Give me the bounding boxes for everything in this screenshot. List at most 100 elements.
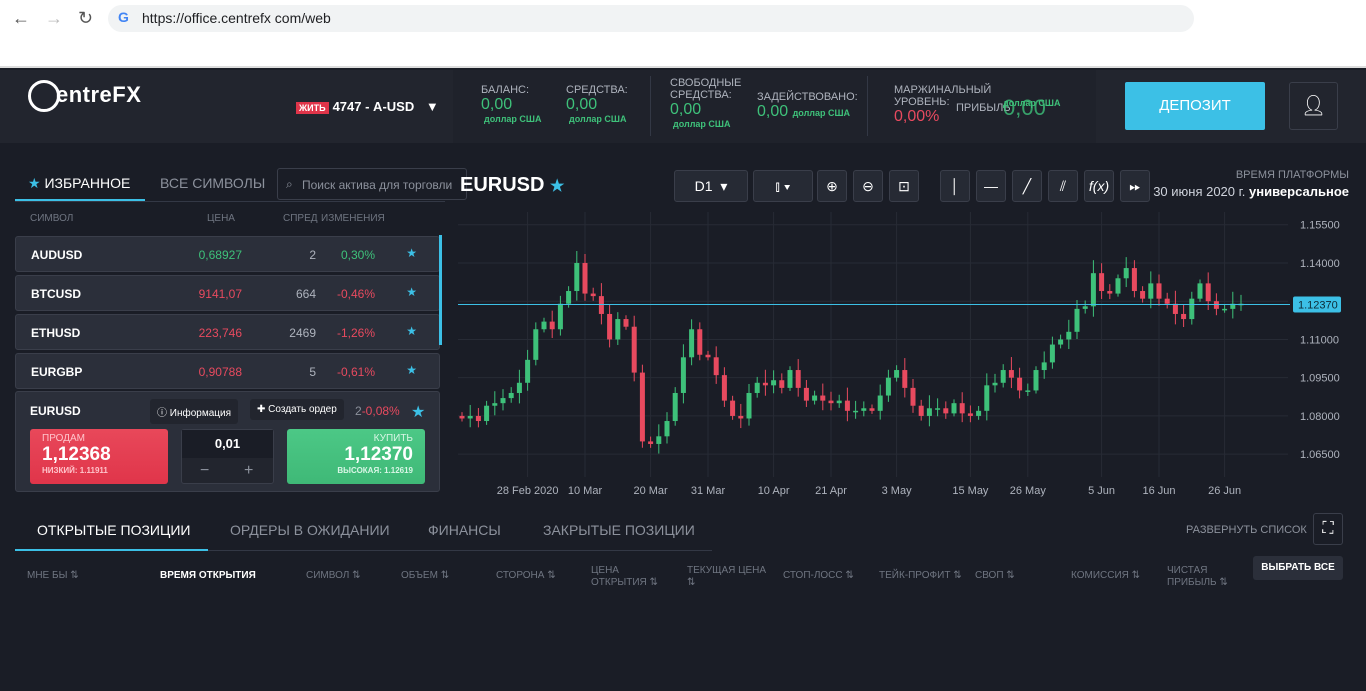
column-header[interactable]: ТЕЙК-ПРОФИТ ⇅ — [879, 570, 962, 582]
tab-closed-positions[interactable]: ЗАКРЫТЫЕ ПОЗИЦИИ — [543, 522, 695, 538]
column-header[interactable]: ЦЕНА ОТКРЫТИЯ ⇅ — [591, 565, 671, 589]
candle — [1000, 370, 1006, 383]
candle — [1090, 273, 1096, 307]
y-tick-label: 1.14000 — [1300, 258, 1340, 270]
column-header[interactable]: МНЕ БЫ ⇅ — [27, 570, 79, 582]
expand-list-label[interactable]: РАЗВЕРНУТЬ СПИСОК — [1186, 524, 1307, 536]
address-bar[interactable]: https://office.centrefx com/web — [108, 5, 1194, 32]
column-header[interactable]: КОМИССИЯ ⇅ — [1071, 570, 1140, 582]
candle — [730, 400, 736, 416]
candle — [492, 403, 498, 406]
candle — [959, 403, 965, 414]
symbol-price: 0,68927 — [198, 248, 242, 262]
chart-symbol-title: EURUSD ★ — [460, 174, 565, 196]
plus-button[interactable]: + — [244, 462, 253, 480]
column-header[interactable]: СВОП ⇅ — [975, 570, 1015, 582]
symbol-row[interactable]: AUDUSD 0,68927 2 0,30% ★ — [15, 236, 440, 272]
tab-all-symbols[interactable]: ВСЕ СИМВОЛЫ — [160, 175, 265, 191]
reload-icon[interactable]: ↻ — [78, 8, 93, 29]
tab-open-positions[interactable]: ОТКРЫТЫЕ ПОЗИЦИИ — [37, 522, 190, 538]
col-symbol: СИМВОЛ — [30, 213, 74, 224]
buy-button[interactable]: КУПИТЬ 1,12370 ВЫСОКАЯ: 1.12619 — [287, 429, 425, 484]
indicators-button[interactable]: f(x) — [1084, 170, 1114, 202]
column-header[interactable]: ОБЪЕМ ⇅ — [401, 570, 449, 582]
channel-tool[interactable]: ⫽ — [1048, 170, 1078, 202]
star-icon[interactable]: ★ — [550, 178, 564, 195]
logo[interactable]: entreFX — [28, 80, 141, 112]
candle — [803, 387, 809, 401]
vertical-line-tool[interactable]: │ — [940, 170, 970, 202]
candle — [705, 354, 711, 358]
symbol-change: 0,30% — [340, 248, 375, 262]
candle — [910, 387, 916, 406]
candle — [533, 329, 539, 360]
trend-line-tool[interactable]: ╱ — [1012, 170, 1042, 202]
chart-type-select[interactable]: ⫾ ▾ — [753, 170, 813, 202]
star-icon[interactable]: ★ — [406, 285, 417, 299]
symbol-price: 223,746 — [198, 326, 242, 340]
tab-pending-orders[interactable]: ОРДЕРЫ В ОЖИДАНИИ — [230, 522, 390, 538]
col-change: ИЗМЕНЕНИЯ — [321, 213, 385, 224]
candle — [1164, 298, 1170, 304]
scroll-to-latest-button[interactable]: ⏩︎ — [1120, 170, 1150, 202]
candle — [1107, 291, 1113, 294]
star-icon[interactable]: ★ — [411, 402, 425, 422]
create-order-button[interactable]: ✚ Создать ордер — [250, 399, 344, 420]
candle — [1058, 339, 1064, 345]
column-header[interactable]: ТЕКУЩАЯ ЦЕНА ⇅ — [687, 565, 767, 589]
info-button[interactable]: ⓘ Информация — [150, 399, 239, 424]
candle — [976, 410, 982, 416]
star-icon[interactable]: ★ — [406, 246, 417, 260]
select-all-button[interactable]: ВЫБРАТЬ ВСЕ — [1253, 556, 1343, 580]
tab-finances[interactable]: ФИНАНСЫ — [428, 522, 501, 538]
column-header[interactable]: ВРЕМЯ ОТКРЫТИЯ — [160, 570, 256, 582]
price-chart[interactable]: 1.155001.140001.125001.110001.095001.080… — [458, 212, 1358, 502]
symbol-row[interactable]: BTCUSD 9141,07 664 -0,46% ★ — [15, 275, 440, 311]
profit-unit: доллар США — [1003, 98, 1061, 108]
symbol-row[interactable]: EURGBP 0,90788 5 -0,61% ★ — [15, 353, 440, 389]
x-tick-label: 3 May — [882, 485, 912, 497]
tab-favorites[interactable]: ★ ИЗБРАННОЕ — [28, 175, 130, 192]
column-header[interactable]: СИМВОЛ ⇅ — [306, 570, 360, 582]
column-header[interactable]: СТОП-ЛОСС ⇅ — [783, 570, 854, 582]
fit-button[interactable]: ⊡ — [889, 170, 919, 202]
back-icon[interactable]: ← — [12, 8, 30, 29]
star-icon[interactable]: ★ — [406, 324, 417, 338]
column-header[interactable]: СТОРОНА ⇅ — [496, 570, 556, 582]
candle — [574, 262, 580, 292]
zoom-out-button[interactable]: ⊖ — [853, 170, 883, 202]
column-header[interactable]: ЧИСТАЯ ПРИБЫЛЬ ⇅ — [1167, 565, 1247, 589]
candle — [1041, 362, 1047, 371]
x-tick-label: 15 May — [952, 485, 989, 497]
candle — [967, 413, 973, 416]
expand-icon: ⛶ — [1322, 520, 1334, 537]
forward-icon[interactable]: → — [45, 8, 63, 29]
stat-used-margin: ЗАДЕЙСТВОВАНО: 0,00 доллар США — [757, 91, 858, 120]
account-selector[interactable]: ЖИТЬ 4747 - A-USD ▼ — [296, 99, 439, 114]
quantity-stepper[interactable]: 0,01 − + — [181, 429, 274, 484]
user-profile-button[interactable]: 👤︎ — [1289, 82, 1338, 130]
timeframe-select[interactable]: D1 ▾ — [674, 170, 748, 202]
candle — [1197, 283, 1203, 299]
star-icon[interactable]: ★ — [406, 363, 417, 377]
horizontal-line-tool[interactable]: — — [976, 170, 1006, 202]
asset-search-input[interactable]: ⌕ Поиск актива для торговли — [277, 168, 467, 200]
quantity-input[interactable]: 0,01 — [182, 430, 273, 458]
candle — [484, 405, 490, 422]
symbol-change: -0,61% — [336, 365, 375, 379]
candle — [1181, 313, 1187, 320]
candle — [771, 380, 777, 386]
zoom-in-button[interactable]: ⊕ — [817, 170, 847, 202]
candle — [672, 392, 678, 422]
symbol-row[interactable]: ETHUSD 223,746 2469 -1,26% ★ — [15, 314, 440, 350]
minus-button[interactable]: − — [200, 462, 209, 480]
sell-button[interactable]: ПРОДАМ 1,12368 НИЗКИЙ: 1.11911 — [30, 429, 168, 484]
candle — [943, 408, 949, 414]
expand-button[interactable]: ⛶ — [1313, 513, 1343, 545]
user-icon: 👤︎ — [1300, 95, 1327, 117]
deposit-button[interactable]: ДЕПОЗИТ — [1125, 82, 1265, 130]
star-icon: ★ — [28, 175, 41, 191]
x-tick-label: 16 Jun — [1142, 485, 1175, 497]
list-scrollbar[interactable] — [439, 235, 442, 345]
ticket-symbol: EURUSD — [30, 404, 81, 418]
